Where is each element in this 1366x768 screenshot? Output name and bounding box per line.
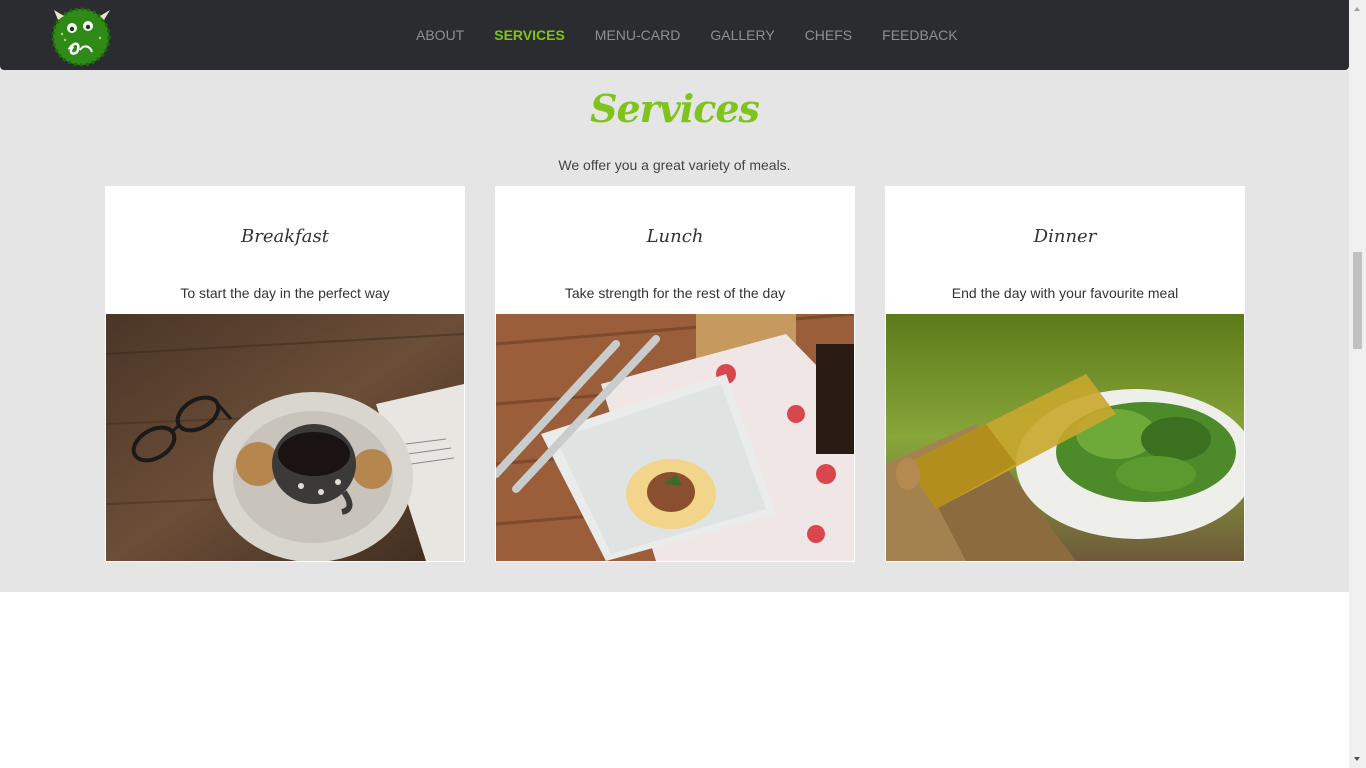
scroll-up-button[interactable] bbox=[1349, 0, 1366, 17]
section-subtitle: We offer you a great variety of meals. bbox=[558, 157, 791, 173]
service-card-lunch: Lunch Take strength for the rest of the … bbox=[495, 186, 855, 562]
monster-logo[interactable] bbox=[48, 4, 114, 67]
scroll-up-arrow-icon bbox=[1354, 7, 1360, 11]
pasta-plate-photo bbox=[496, 314, 854, 561]
page: ABOUT SERVICES MENU-CARD GALLERY CHEFS F… bbox=[0, 0, 1349, 768]
nav-item-services[interactable]: SERVICES bbox=[479, 0, 580, 70]
nav-item-menu-card[interactable]: MENU-CARD bbox=[580, 0, 696, 70]
nav-menu: ABOUT SERVICES MENU-CARD GALLERY CHEFS F… bbox=[401, 0, 973, 70]
below-section bbox=[0, 592, 1349, 768]
card-description: To start the day in the perfect way bbox=[180, 285, 390, 301]
scrollbar-thumb[interactable] bbox=[1353, 252, 1362, 349]
card-description: Take strength for the rest of the day bbox=[564, 285, 786, 301]
section-title: Services bbox=[590, 86, 760, 131]
card-title: Dinner bbox=[1033, 226, 1097, 247]
coffee-cup-photo bbox=[106, 314, 464, 561]
services-section: Services We offer you a great variety of… bbox=[0, 70, 1349, 592]
nav-item-about[interactable]: ABOUT bbox=[401, 0, 479, 70]
card-description: End the day with your favourite meal bbox=[951, 285, 1179, 301]
navbar: ABOUT SERVICES MENU-CARD GALLERY CHEFS F… bbox=[0, 0, 1349, 70]
scroll-down-arrow-icon bbox=[1354, 757, 1360, 761]
card-title: Lunch bbox=[646, 226, 704, 247]
card-title: Breakfast bbox=[241, 226, 329, 247]
service-card-breakfast: Breakfast To start the day in the perfec… bbox=[105, 186, 465, 562]
nav-item-gallery[interactable]: GALLERY bbox=[695, 0, 789, 70]
vertical-scrollbar[interactable] bbox=[1349, 0, 1366, 768]
nav-item-feedback[interactable]: FEEDBACK bbox=[867, 0, 972, 70]
scroll-down-button[interactable] bbox=[1349, 751, 1366, 768]
service-card-dinner: Dinner End the day with your favourite m… bbox=[885, 186, 1245, 562]
nav-item-chefs[interactable]: CHEFS bbox=[790, 0, 867, 70]
salad-oil-photo bbox=[886, 314, 1244, 561]
